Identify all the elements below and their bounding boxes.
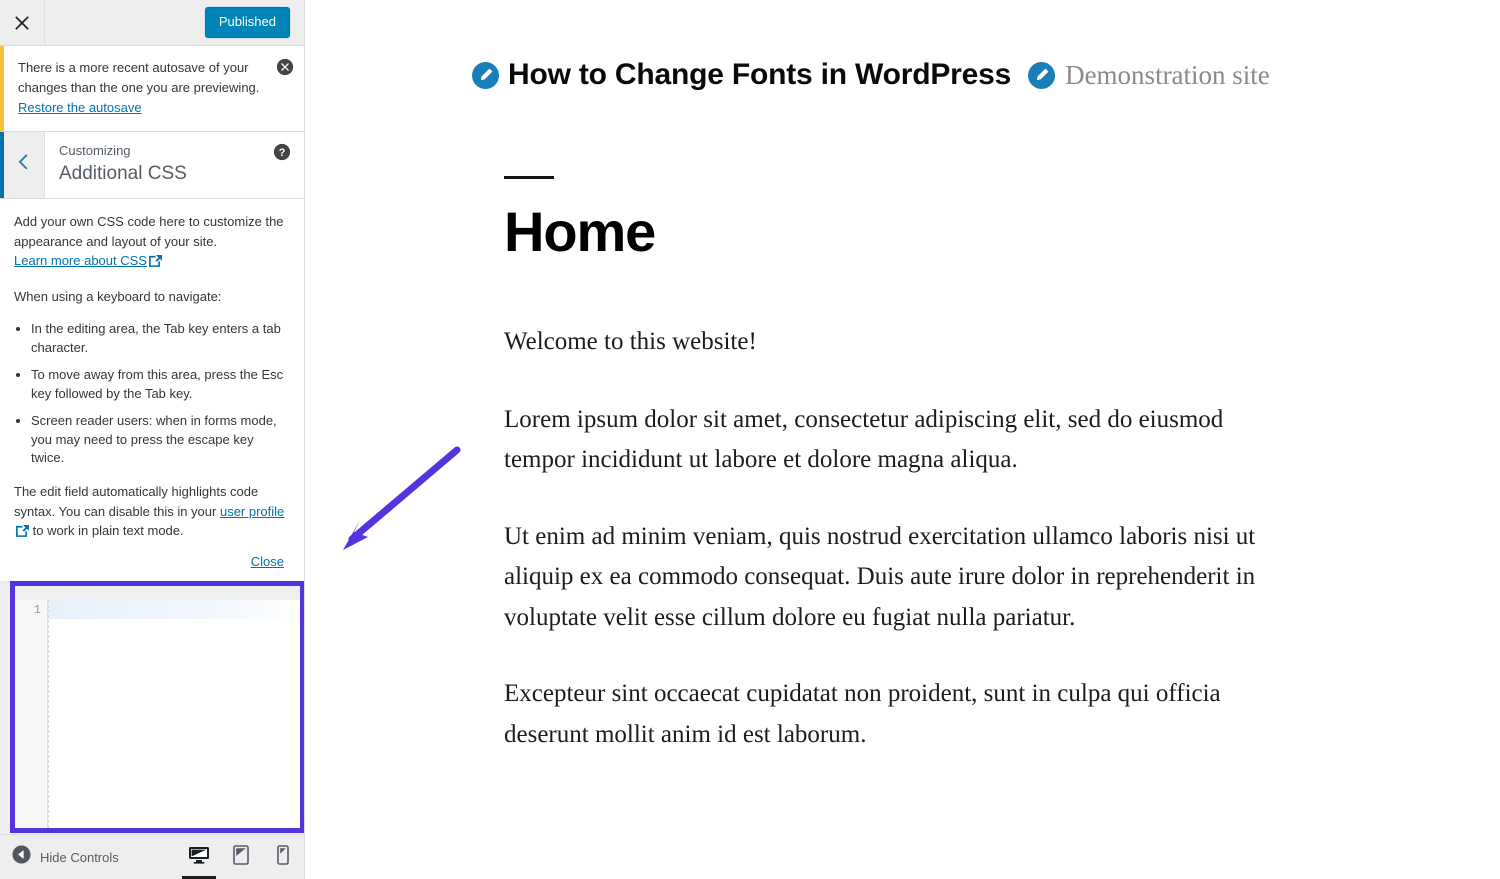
editor-code-column[interactable]: [48, 600, 300, 828]
page-text-body: Welcome to this website! Lorem ipsum dol…: [504, 322, 1264, 755]
css-code-text[interactable]: [48, 600, 300, 604]
mobile-preview-button[interactable]: [262, 835, 304, 879]
customizer-sidebar: Published There is a more recent autosav…: [0, 0, 305, 879]
close-description-row: Close: [14, 553, 290, 571]
learn-more-css-link[interactable]: Learn more about CSS: [14, 253, 147, 268]
restore-autosave-link[interactable]: Restore the autosave: [18, 100, 142, 115]
hide-controls-button[interactable]: Hide Controls: [0, 845, 119, 869]
customizer-footer: Hide Controls: [0, 834, 304, 879]
tablet-icon: [233, 845, 249, 870]
page-title: Home: [504, 200, 656, 263]
help-circle-icon[interactable]: ?: [273, 143, 291, 161]
customizer-header: Published: [0, 0, 304, 46]
panel-title-group: Customizing Additional CSS: [45, 143, 304, 187]
syntax-highlight-note: The edit field automatically highlights …: [14, 482, 290, 543]
css-editor-field[interactable]: 1: [15, 586, 300, 828]
css-intro-paragraph: Add your own CSS code here to customize …: [14, 212, 290, 273]
autosave-notice-text: There is a more recent autosave of your …: [18, 58, 270, 118]
list-item: In the editing area, the Tab key enters …: [31, 320, 290, 358]
paragraph-welcome: Welcome to this website!: [504, 328, 757, 355]
wordpress-customizer-screen: Published There is a more recent autosav…: [0, 0, 1500, 879]
dismiss-circle-icon[interactable]: [276, 58, 294, 76]
user-profile-link[interactable]: user profile: [220, 504, 284, 519]
site-header: How to Change Fonts in WordPress Demonst…: [306, 0, 1500, 92]
list-item: Screen reader users: when in forms mode,…: [31, 412, 290, 469]
collapse-left-icon: [12, 845, 31, 869]
list-item: To move away from this area, press the E…: [31, 366, 290, 404]
paragraph-lorem-1: Lorem ipsum dolor sit amet, consectetur …: [504, 405, 1224, 474]
external-link-icon: [16, 523, 29, 543]
panel-subtitle: Customizing: [59, 143, 131, 159]
editor-area[interactable]: 1: [15, 600, 300, 828]
autosave-notice-message: There is a more recent autosave of your …: [18, 60, 260, 96]
desktop-preview-button[interactable]: [178, 835, 220, 879]
panel-header: Customizing Additional CSS ?: [0, 132, 304, 200]
title-divider-rule: [504, 176, 554, 179]
published-button[interactable]: Published: [204, 7, 290, 38]
additional-css-description: Add your own CSS code here to customize …: [0, 199, 304, 581]
desktop-icon: [188, 845, 210, 870]
keyboard-heading: When using a keyboard to navigate:: [14, 288, 222, 304]
css-intro-text: Add your own CSS code here to customize …: [14, 214, 284, 249]
keyboard-bullet-list: In the editing area, the Tab key enters …: [14, 320, 290, 468]
editor-gutter: 1: [15, 600, 48, 828]
svg-text:?: ?: [279, 147, 286, 159]
hide-controls-label: Hide Controls: [40, 849, 119, 865]
site-preview-pane: How to Change Fonts in WordPress Demonst…: [306, 0, 1500, 879]
indent-guide-line: [48, 600, 49, 828]
mobile-icon: [277, 845, 289, 870]
panel-back-button[interactable]: [0, 132, 45, 199]
chevron-left-icon: [18, 154, 30, 176]
close-icon: [14, 15, 30, 31]
site-title: How to Change Fonts in WordPress: [508, 58, 1012, 91]
external-link-icon: [149, 253, 162, 273]
css-editor-highlight-box: 1: [10, 581, 304, 833]
autosave-notice: There is a more recent autosave of your …: [0, 46, 304, 133]
page-content: Home Welcome to this website! Lorem ipsu…: [306, 92, 1264, 755]
close-description-link[interactable]: Close: [251, 554, 284, 569]
edit-tagline-pencil-icon[interactable]: [1028, 61, 1056, 89]
syntax-note-after: to work in plain text mode.: [29, 523, 184, 539]
tablet-preview-button[interactable]: [220, 835, 262, 879]
panel-title: Additional CSS: [59, 163, 187, 185]
paragraph-lorem-3: Excepteur sint occaecat cupidatat non pr…: [504, 680, 1221, 748]
site-tagline: Demonstration site: [1065, 59, 1270, 90]
close-customizer-button[interactable]: [0, 0, 45, 45]
device-preview-group: [178, 835, 304, 879]
edit-site-title-pencil-icon[interactable]: [472, 61, 499, 89]
editor-top-strip: [15, 586, 300, 600]
line-number: 1: [33, 603, 41, 617]
paragraph-lorem-2: Ut enim ad minim veniam, quis nostrud ex…: [504, 522, 1256, 631]
